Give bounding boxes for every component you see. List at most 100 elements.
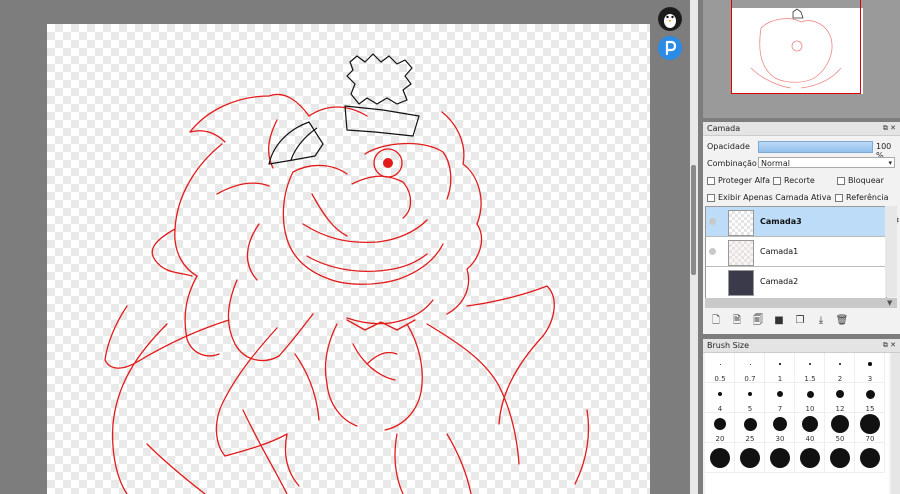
brush-panel-title: Brush Size <box>707 341 750 350</box>
layer-item[interactable]: Camada2 <box>706 267 886 297</box>
blend-mode-select[interactable]: Normal ▾ <box>758 157 895 168</box>
navigator-panel[interactable] <box>703 0 900 118</box>
brush-size-label: 1 <box>777 375 783 383</box>
new-layer-icon[interactable]: 🗋 <box>709 315 723 327</box>
copy-layer-icon[interactable]: ❐ <box>793 315 807 327</box>
brush-size-cell[interactable] <box>765 443 795 473</box>
brush-size-cell[interactable] <box>705 443 735 473</box>
protect-alpha-checkbox[interactable]: Proteger Alfa <box>707 176 770 185</box>
layer-thumbnail <box>728 240 754 266</box>
visibility-icon[interactable] <box>709 248 716 255</box>
layer-list: Camada3 ⚙ Camada1 Camada2 <box>705 206 900 299</box>
brush-size-label: 2 <box>837 375 843 383</box>
brush-size-cell[interactable]: 4 <box>705 383 735 413</box>
clip-checkbox[interactable]: Recorte <box>773 176 815 185</box>
panel-controls-icon[interactable]: ⧉ ✕ <box>883 122 896 135</box>
brush-dot-icon <box>836 390 844 398</box>
brush-size-label: 0.5 <box>714 375 726 383</box>
new-folder-icon[interactable]: ■ <box>772 315 786 327</box>
brush-size-cell[interactable]: 1 <box>765 353 795 383</box>
brush-dot-icon <box>749 363 751 365</box>
chevron-down-icon: ▾ <box>888 159 892 167</box>
brush-size-cell[interactable]: 7 <box>765 383 795 413</box>
brush-size-label: 4 <box>717 405 723 413</box>
brush-size-cell[interactable] <box>795 443 825 473</box>
layer-item[interactable]: Camada3 ⚙ <box>706 207 900 237</box>
brush-dot-icon <box>868 362 872 366</box>
brush-size-label: 3 <box>867 375 873 383</box>
layer-thumbnail <box>728 210 754 236</box>
brush-dot-icon <box>800 448 820 468</box>
duplicate-layer-icon[interactable]: 🗐 <box>751 315 765 327</box>
brush-size-label: 50 <box>835 435 845 443</box>
triangle-down-icon[interactable]: ▼ <box>887 299 892 307</box>
merge-down-icon[interactable]: ⤓ <box>814 315 828 327</box>
brush-size-label: 10 <box>805 405 815 413</box>
delete-layer-icon[interactable]: 🗑 <box>835 315 849 327</box>
brush-size-cell[interactable]: 70 <box>855 413 885 443</box>
brush-size-cell[interactable]: 0.7 <box>735 353 765 383</box>
layer-name: Camada2 <box>760 277 799 286</box>
brush-dot-icon <box>838 362 842 366</box>
brush-size-label: 15 <box>865 405 875 413</box>
penguin-icon[interactable] <box>658 7 682 31</box>
brush-size-cell[interactable]: 3 <box>855 353 885 383</box>
visibility-icon[interactable] <box>709 278 716 285</box>
brush-size-cell[interactable]: 2 <box>825 353 855 383</box>
brush-size-cell[interactable]: 1.5 <box>795 353 825 383</box>
brush-size-label: 70 <box>865 435 875 443</box>
brush-size-cell[interactable]: 50 <box>825 413 855 443</box>
opacity-label: Opacidade <box>707 142 750 151</box>
scrollbar-thumb[interactable] <box>691 165 696 275</box>
brush-panel-scrollbar[interactable] <box>891 353 900 494</box>
brush-dot-icon <box>860 414 880 434</box>
brush-dot-icon <box>802 416 818 432</box>
brush-size-cell[interactable] <box>735 443 765 473</box>
brush-size-cell[interactable]: 12 <box>825 383 855 413</box>
brush-size-cell[interactable]: 10 <box>795 383 825 413</box>
drawing-canvas[interactable] <box>47 24 650 494</box>
brush-size-cell[interactable]: 40 <box>795 413 825 443</box>
layer-list-scrollbar[interactable] <box>885 206 897 297</box>
brush-size-cell[interactable]: 0.5 <box>705 353 735 383</box>
brush-size-label: 30 <box>775 435 785 443</box>
brush-size-cell[interactable] <box>855 443 885 473</box>
layer-panel-header: Camada ⧉ ✕ <box>703 122 900 136</box>
layer-toolbar: 🗋 🗎 🗐 ■ ❐ ⤓ 🗑 <box>709 315 856 329</box>
layer-thumbnail <box>728 270 754 296</box>
brush-size-cell[interactable] <box>825 443 855 473</box>
brush-dot-icon <box>710 448 730 468</box>
brush-size-label: 1.5 <box>804 375 816 383</box>
canvas-vertical-scrollbar[interactable] <box>690 0 698 494</box>
brush-size-cell[interactable]: 20 <box>705 413 735 443</box>
navigator-viewport-frame[interactable] <box>731 0 861 94</box>
show-active-layer-checkbox[interactable]: Exibir Apenas Camada Ativa <box>707 193 831 202</box>
brush-size-label: 0.7 <box>744 375 756 383</box>
brush-dot-icon <box>831 415 849 433</box>
workspace[interactable] <box>0 0 690 494</box>
brush-dot-icon <box>865 389 875 399</box>
brush-panel-header: Brush Size ⧉ ✕ <box>703 339 900 353</box>
p-logo-icon[interactable] <box>658 36 682 60</box>
brush-size-cell[interactable]: 5 <box>735 383 765 413</box>
brush-dot-icon <box>747 391 753 397</box>
new-layer-from-copy-icon[interactable]: 🗎 <box>730 315 744 327</box>
brush-size-cell[interactable]: 15 <box>855 383 885 413</box>
brush-dot-icon <box>719 363 721 365</box>
brush-size-label: 40 <box>805 435 815 443</box>
blend-label: Combinação <box>707 159 757 168</box>
brush-size-grid: 0.5 0.7 1 1.5 2 3 4 5 7 10 12 15 20 25 30 40 50 70 <box>705 353 889 494</box>
lock-checkbox[interactable]: Bloquear <box>837 176 884 185</box>
reference-checkbox[interactable]: Referência <box>835 193 889 202</box>
panel-controls-icon[interactable]: ⧉ ✕ <box>883 339 896 352</box>
brush-size-cell[interactable]: 30 <box>765 413 795 443</box>
brush-dot-icon <box>773 417 787 431</box>
brush-dot-icon <box>770 448 790 468</box>
brush-size-cell[interactable]: 25 <box>735 413 765 443</box>
layer-panel-title: Camada <box>707 124 741 133</box>
visibility-icon[interactable] <box>709 218 716 225</box>
brush-dot-icon <box>777 391 783 397</box>
opacity-slider[interactable] <box>758 141 873 153</box>
brush-size-label: 5 <box>747 405 753 413</box>
layer-item[interactable]: Camada1 <box>706 237 886 267</box>
